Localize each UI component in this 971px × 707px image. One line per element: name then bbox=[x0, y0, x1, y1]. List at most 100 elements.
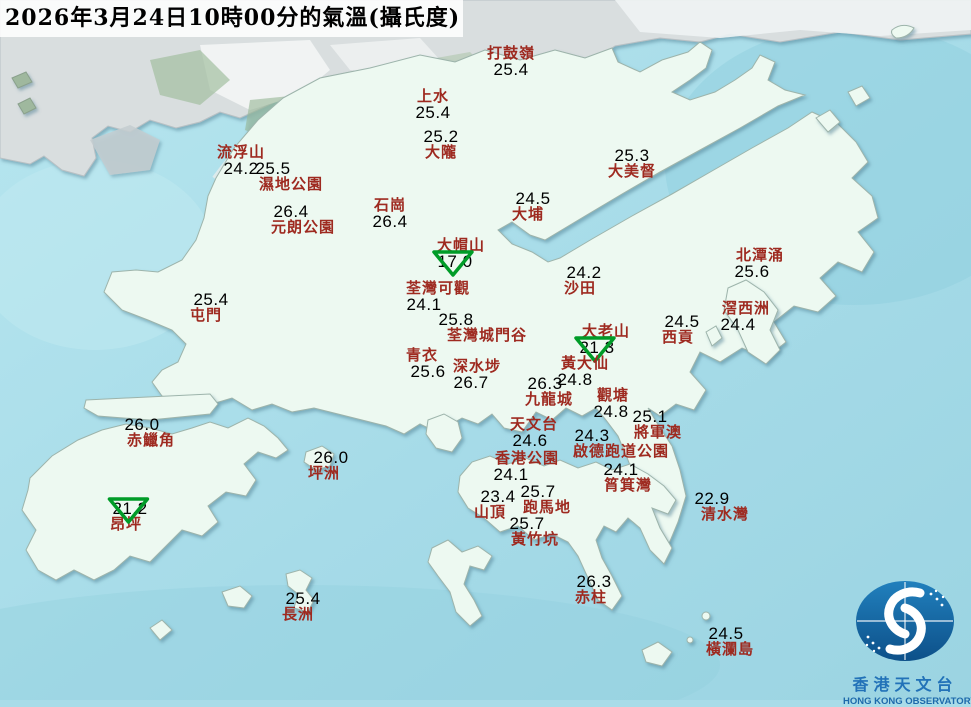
station-temperature: 17.0 bbox=[431, 250, 479, 278]
station-temperature: 22.9 bbox=[694, 489, 730, 508]
station-temperature: 25.4 bbox=[285, 589, 321, 608]
station-temperature: 26.3 bbox=[527, 374, 563, 393]
station-name: 荃灣可觀 bbox=[405, 279, 471, 297]
station-temperature: 24.2 bbox=[566, 263, 602, 282]
hko-logo-name-english: HONG KONG OBSERVATORY bbox=[843, 696, 971, 707]
station-name: 黃竹坑 bbox=[510, 530, 560, 549]
station-temperature: 24.5 bbox=[515, 189, 551, 208]
station-name: 昂坪 bbox=[109, 515, 142, 534]
station-temperature: 24.5 bbox=[664, 312, 700, 331]
hko-logo-name-chinese: 香港天文台 bbox=[852, 675, 958, 694]
station-temperature: 26.0 bbox=[124, 415, 160, 434]
station: 觀塘 24.8 bbox=[593, 386, 630, 422]
station-name: 北潭涌 bbox=[735, 246, 785, 264]
station-temperature: 23.4 bbox=[480, 487, 516, 506]
green-triangle-marker-icon bbox=[574, 336, 616, 364]
station: 23.4 山頂 bbox=[472, 488, 515, 522]
station: 24.5 橫瀾島 bbox=[706, 625, 754, 658]
station: 北潭涌 25.6 bbox=[734, 246, 785, 280]
station-temperature: 24.2 bbox=[223, 159, 259, 179]
station-temperature: 25.7 bbox=[509, 514, 545, 533]
station-name: 西貢 bbox=[661, 328, 694, 347]
station-temperature: 26.4 bbox=[273, 202, 309, 221]
station: 青衣 25.6 bbox=[404, 347, 445, 380]
station-temperature: 21.3 bbox=[573, 336, 621, 364]
station-name: 黃大仙 bbox=[560, 354, 610, 372]
station: 25.4 屯門 bbox=[188, 291, 228, 325]
station: 天文台 24.6 bbox=[509, 415, 559, 449]
station: 25.1 將軍澳 bbox=[632, 408, 683, 442]
station-name: 大老山 bbox=[581, 322, 631, 340]
station-temperature: 24.8 bbox=[557, 370, 593, 390]
map-title: 2026年3月24日10時00分的氣溫(攝氏度) bbox=[0, 0, 463, 37]
station: 荃灣可觀 24.1 bbox=[405, 279, 471, 313]
station: 22.9 清水灣 bbox=[694, 490, 749, 523]
station-name: 天文台 bbox=[509, 415, 559, 433]
station: 香港公園 24.1 bbox=[493, 450, 559, 483]
station-name: 長洲 bbox=[281, 605, 314, 624]
station-name: 元朗公園 bbox=[270, 218, 336, 237]
station: 25.7 黃竹坑 bbox=[509, 515, 560, 549]
station-temperature: 26.3 bbox=[576, 572, 612, 591]
station-name: 赤柱 bbox=[574, 588, 607, 607]
station: 24.1 筲箕灣 bbox=[603, 461, 652, 494]
station: 25.8 荃灣城門谷 bbox=[438, 311, 528, 345]
station-name: 荃灣城門谷 bbox=[446, 326, 528, 345]
station: 24.5 西貢 bbox=[660, 313, 699, 347]
station-name: 深水埗 bbox=[452, 357, 502, 375]
station: 25.7 跑馬地 bbox=[520, 483, 572, 517]
station-labels-layer: 打鼓嶺 25.4 上水 25.4 25.2 大隴 流浮山 24.2 25.5 濕地公園 25.3 大美… bbox=[0, 0, 971, 700]
station-temperature: 24.1 bbox=[406, 295, 442, 315]
station-name: 大埔 bbox=[511, 205, 544, 224]
station-name: 跑馬地 bbox=[522, 498, 572, 517]
station-name: 打鼓嶺 bbox=[486, 44, 536, 62]
station: 26.0 赤鱲角 bbox=[124, 416, 175, 449]
station-temperature: 25.6 bbox=[734, 262, 770, 282]
station-temperature: 24.4 bbox=[720, 315, 756, 335]
station-name: 屯門 bbox=[189, 306, 222, 325]
hko-logo-icon bbox=[856, 581, 954, 661]
station-temperature: 25.1 bbox=[632, 407, 668, 426]
station-name: 濕地公園 bbox=[258, 175, 324, 194]
station-temperature: 25.7 bbox=[520, 482, 556, 501]
station-temperature: 25.4 bbox=[415, 103, 451, 123]
station-temperature: 26.4 bbox=[372, 212, 408, 232]
station-name: 上水 bbox=[416, 87, 449, 105]
station: 25.2 大隴 bbox=[423, 128, 458, 161]
station-temperature: 24.6 bbox=[512, 431, 548, 451]
station-temperature: 25.5 bbox=[255, 159, 291, 178]
station: 大老山 21.3 bbox=[574, 322, 631, 364]
green-triangle-marker-icon bbox=[107, 497, 149, 524]
station: 26.4 元朗公園 bbox=[271, 203, 335, 236]
station-temperature: 25.4 bbox=[193, 290, 229, 309]
station-temperature: 21.2 bbox=[107, 497, 149, 524]
station: 滘西洲 24.4 bbox=[720, 299, 771, 333]
station-temperature: 26.0 bbox=[313, 448, 349, 467]
station: 26.3 九龍城 bbox=[525, 375, 573, 408]
station-temperature: 25.3 bbox=[614, 146, 650, 165]
station-temperature: 25.8 bbox=[438, 310, 474, 329]
station: 25.3 大美督 bbox=[608, 147, 656, 180]
station-name: 山頂 bbox=[473, 503, 506, 522]
station-name: 流浮山 bbox=[216, 143, 266, 161]
station: 24.5 大埔 bbox=[510, 190, 550, 224]
green-triangle-marker-icon bbox=[432, 250, 474, 278]
station-name: 坪洲 bbox=[307, 464, 340, 483]
station: 26.3 赤柱 bbox=[573, 572, 612, 607]
station-name: 沙田 bbox=[563, 279, 596, 298]
station-name: 滘西洲 bbox=[721, 299, 771, 317]
station-name: 將軍澳 bbox=[633, 423, 683, 442]
station-temperature: 24.1 bbox=[603, 460, 639, 479]
station: 流浮山 24.2 bbox=[216, 143, 266, 179]
station: 25.4 長洲 bbox=[280, 590, 320, 624]
station: 深水埗 26.7 bbox=[452, 357, 502, 391]
hko-logo: 香港天文台 HONG KONG OBSERVATORY bbox=[843, 578, 971, 707]
station-name: 啟德跑道公園 bbox=[572, 442, 670, 461]
station: 黃大仙 24.8 bbox=[557, 354, 610, 388]
station: 24.2 沙田 bbox=[562, 264, 601, 298]
station: 26.0 坪洲 bbox=[306, 449, 348, 483]
station-temperature: 24.8 bbox=[593, 402, 629, 422]
station-name: 觀塘 bbox=[596, 386, 629, 404]
station: 大帽山 17.0 bbox=[432, 237, 485, 278]
station-name: 大隴 bbox=[424, 143, 457, 162]
